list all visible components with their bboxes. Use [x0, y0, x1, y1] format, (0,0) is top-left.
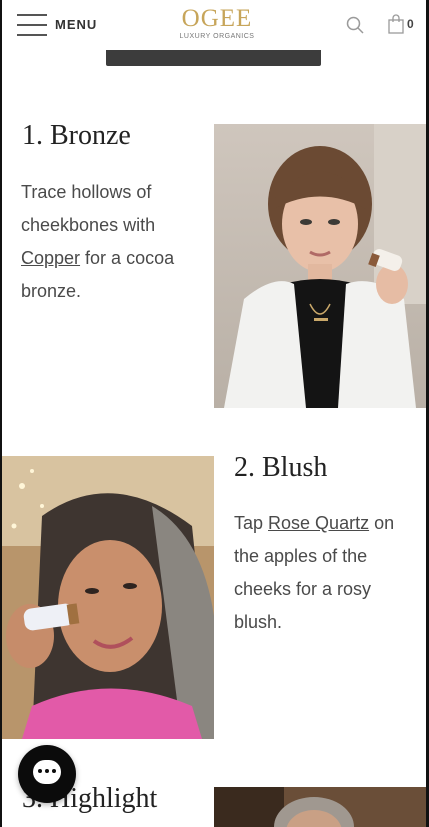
- brand-logo[interactable]: OGEE LUXURY ORGANICS: [172, 5, 262, 41]
- shopping-bag-icon[interactable]: [388, 14, 404, 34]
- cta-button-edge[interactable]: [106, 50, 321, 66]
- menu-label[interactable]: MENU: [55, 17, 97, 32]
- highlight-model-photo: [214, 787, 426, 827]
- logo-tagline: LUXURY ORGANICS: [179, 33, 255, 40]
- chat-widget-button[interactable]: [18, 745, 76, 803]
- search-icon[interactable]: [346, 16, 364, 34]
- product-link-copper[interactable]: Copper: [21, 248, 80, 268]
- cart-count[interactable]: 0: [407, 17, 414, 31]
- chat-dots-icon: [38, 769, 59, 773]
- step-title-bronze: 1. Bronze: [22, 120, 131, 151]
- bronze-model-photo: [214, 124, 426, 408]
- site-header: MENU OGEE LUXURY ORGANICS 0: [2, 0, 426, 50]
- step-text-blush: Tap Rose Quartz on the apples of the che…: [234, 513, 395, 632]
- logo-wordmark: OGEE: [181, 5, 253, 32]
- product-link-rose-quartz[interactable]: Rose Quartz: [268, 513, 369, 533]
- blush-model-photo: [2, 456, 214, 739]
- step-title-blush: 2. Blush: [234, 452, 328, 483]
- hamburger-menu-icon[interactable]: [17, 14, 47, 36]
- step-text-bronze: Trace hollows of cheekbones with Copper …: [21, 182, 175, 301]
